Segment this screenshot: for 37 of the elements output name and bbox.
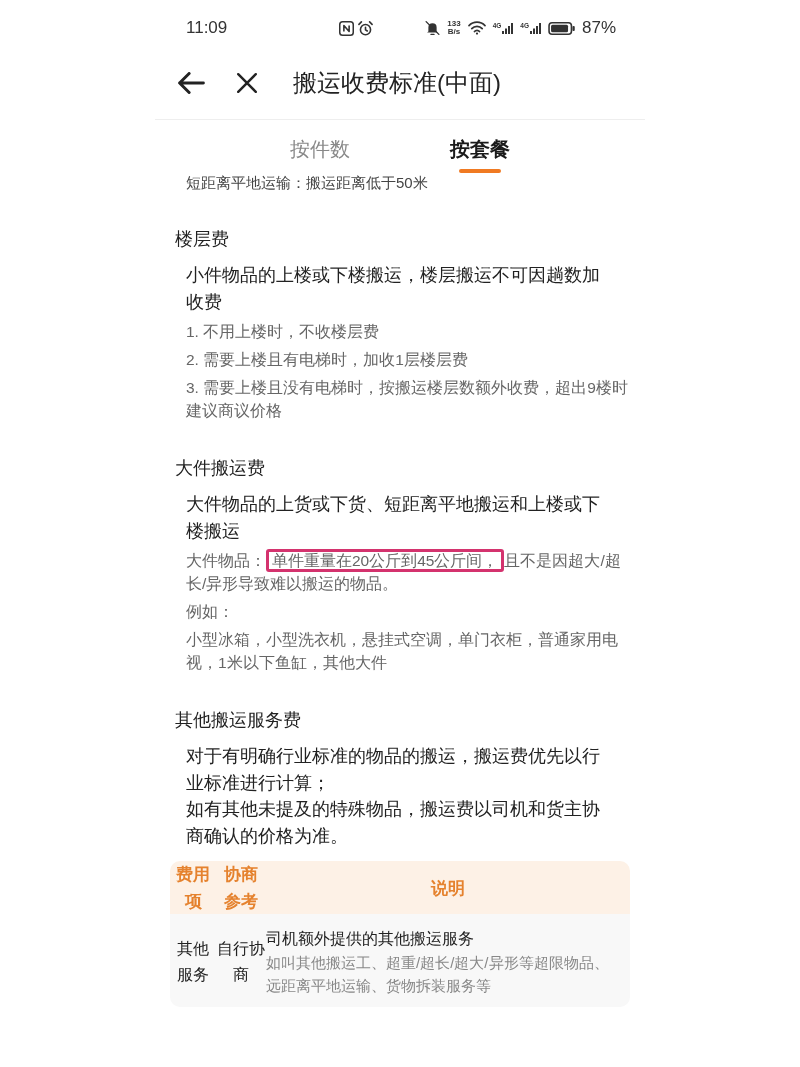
battery-percentage: 87% <box>581 18 616 38</box>
section-lead-text: 小件物品的上楼或下楼搬运，楼层搬运不可因趟数加收费 <box>185 263 601 314</box>
column-header: 说明 <box>429 877 466 900</box>
detail-text: 小型冰箱，小型洗衣机，悬挂式空调，单门衣柜，普通家用电视，1米以下鱼缸，其他大件 <box>185 630 619 673</box>
tab[interactable]: 按件数 <box>240 120 400 173</box>
section-title: 其他搬运服务费 <box>175 709 302 732</box>
section-lead-text: 如有其他未提及的特殊物品，搬运费以司机和货主协商确认的价格为准。 <box>185 797 601 848</box>
nfc-icon <box>339 20 355 36</box>
signal-bars-icon <box>502 22 514 34</box>
tab[interactable]: 按套餐 <box>400 120 560 173</box>
service-description: 如叫其他搬运工、超重/超长/超大/异形等超限物品、远距离平地运输、货物拆装服务等 <box>266 952 610 996</box>
section-lead-text: 对于有明确行业标准的物品的搬运，搬运费优先以行业标准进行计算； <box>185 744 601 795</box>
intro-text: 短距离平地运输：搬运距离低于50米 <box>186 173 429 193</box>
back-arrow-icon[interactable] <box>178 71 205 94</box>
battery-icon <box>547 21 575 35</box>
section-title: 楼层费 <box>175 228 230 251</box>
column-header: 协商参考 <box>223 864 259 913</box>
table-cell-text: 自行协商 <box>216 939 266 986</box>
service-title: 司机额外提供的其他搬运服务 <box>266 929 475 949</box>
detail-text: 1. 不用上楼时，不收楼层费 <box>185 322 381 342</box>
signal-bars-icon <box>529 22 541 34</box>
table-cell-text: 其他服务 <box>176 939 210 986</box>
detail-text: 3. 需要上楼且没有电梯时，按搬运楼层数额外收费，超出9楼时建议商议价格 <box>185 378 629 421</box>
alarm-clock-icon <box>358 20 374 36</box>
section-lead-text: 大件物品的上货或下货、短距离平地搬运和上楼或下楼搬运 <box>185 492 601 543</box>
detail-text: 2. 需要上楼且有电梯时，加收1层楼层费 <box>185 350 469 370</box>
detail-text: 例如： <box>185 602 235 622</box>
close-icon[interactable] <box>237 72 257 93</box>
wifi-icon <box>467 21 486 35</box>
net-speed-value: 133 <box>447 20 461 28</box>
column-header: 费用项 <box>175 864 211 913</box>
detail-text: 大件物品： 单件重量在20公斤到45公斤间， 且不是因超大/超长/异形导致难以搬运的物品。 <box>175 549 631 595</box>
page-title: 搬运收费标准(中面) <box>293 67 501 98</box>
net-speed-unit: B/s <box>447 28 461 36</box>
muted-bell-icon <box>425 20 441 36</box>
section-title: 大件搬运费 <box>175 457 266 480</box>
status-time: 11:09 <box>186 18 228 38</box>
